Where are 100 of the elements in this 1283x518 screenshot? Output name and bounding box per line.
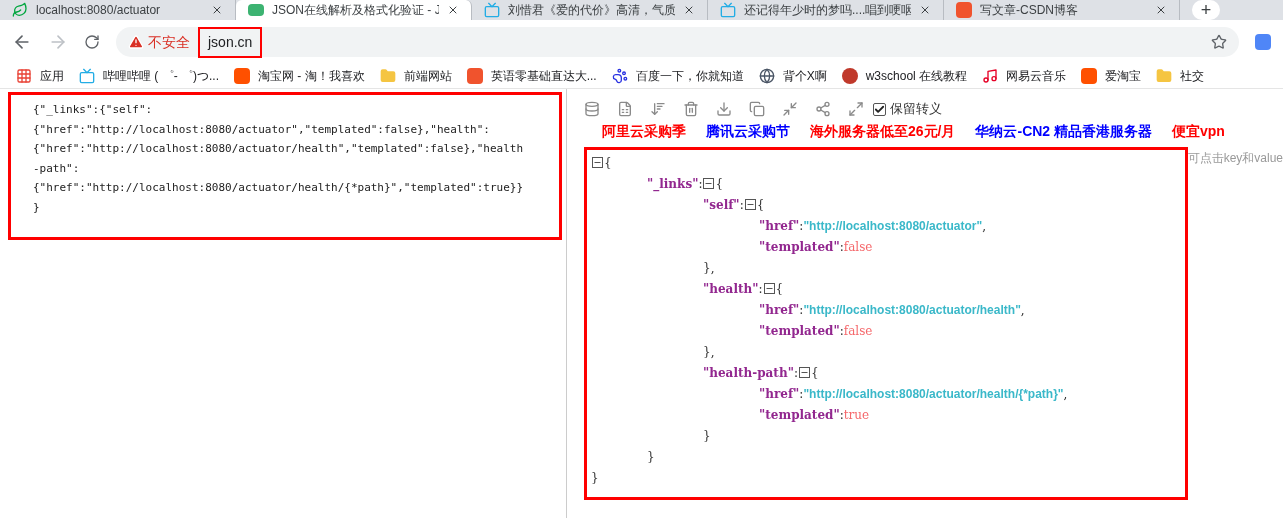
bookmark-item[interactable]: 背个X啊 (758, 67, 827, 85)
colon: : (839, 406, 844, 424)
ad-link[interactable]: 华纳云-CN2 精品香港服务器 (975, 120, 1153, 142)
bookmark-item[interactable]: 应用 (16, 67, 64, 85)
comma: , (1020, 301, 1025, 319)
checkbox[interactable] (873, 102, 886, 116)
square-logo-icon (466, 68, 483, 84)
bookmark-item[interactable]: 爱淘宝 (1081, 67, 1142, 85)
browser-tab[interactable]: JSON在线解析及格式化验证 - J (236, 0, 472, 20)
brace: }, (703, 259, 715, 277)
ad-link[interactable]: 海外服务器低至26元/月 (810, 120, 956, 142)
bookmark-item[interactable]: 英语零基础直达大... (466, 67, 597, 85)
brace: } (591, 469, 599, 487)
bookmark-label: 社交 (1180, 68, 1205, 85)
comma: , (982, 217, 986, 235)
escape-checkbox[interactable]: 保留转义 (873, 99, 942, 119)
close-icon[interactable] (447, 4, 459, 16)
spreadsheet-icon[interactable] (617, 101, 633, 117)
globe-icon (758, 68, 775, 84)
bookmark-item[interactable]: 百度一下，你就知道 (611, 67, 744, 85)
json-text-line: } (33, 199, 41, 216)
bookmark-item[interactable]: 网易云音乐 (982, 67, 1067, 85)
compress-icon[interactable] (782, 101, 798, 117)
json-key[interactable]: "templated" (759, 321, 840, 340)
bookmark-item[interactable]: w3school 在线教程 (841, 67, 968, 85)
share-icon[interactable] (815, 101, 831, 117)
close-icon[interactable] (919, 4, 931, 16)
trash-icon[interactable] (683, 101, 699, 117)
bookmark-label: 英语零基础直达大... (490, 68, 597, 85)
json-key[interactable]: "templated" (759, 405, 840, 424)
raw-json-input[interactable] (8, 92, 562, 240)
collapse-icon[interactable] (592, 157, 603, 168)
json-key[interactable]: "health-path" (703, 363, 794, 382)
colon: : (799, 385, 804, 403)
bookmark-label: 网易云音乐 (1006, 68, 1067, 85)
close-icon[interactable] (1155, 4, 1167, 16)
colon: : (739, 196, 744, 214)
paw-icon (611, 68, 628, 84)
expand-icon[interactable] (848, 101, 864, 117)
sort-icon[interactable] (650, 101, 666, 117)
music-icon (982, 68, 999, 84)
bookmark-item[interactable]: 淘宝网 - 淘！我喜欢 (234, 67, 365, 85)
json-text-line: {"href":"http://localhost:8080/actuator","templated":false},"health": (33, 121, 491, 138)
collapse-icon[interactable] (763, 283, 775, 294)
json-text-line: {"href":"http://localhost:8080/actuator/health/{*path}","templated":true}} (33, 180, 525, 196)
ad-link[interactable]: 腾讯云采购节 (706, 120, 790, 142)
new-tab-button[interactable]: + (1192, 0, 1220, 20)
copy-icon[interactable] (749, 101, 765, 117)
ad-link[interactable]: 便宜vpn (1172, 120, 1225, 142)
brace: } (703, 427, 711, 445)
colon: : (758, 280, 763, 298)
bookmark-label: 前端网站 (403, 68, 452, 85)
colon: : (839, 238, 844, 256)
ad-link[interactable]: 阿里云采购季 (602, 120, 686, 142)
collapse-icon[interactable] (744, 199, 756, 210)
download-icon[interactable] (716, 101, 732, 117)
json-text-line: -path": (33, 160, 81, 177)
bookmark-item[interactable]: 哔哩哔哩 ( ゜- ゜)つ... (79, 67, 219, 85)
bookmark-label: 淘宝网 - 淘！我喜欢 (258, 68, 365, 85)
close-icon[interactable] (211, 4, 223, 16)
bookmark-star-icon[interactable] (1211, 34, 1227, 50)
brace: { (756, 196, 765, 214)
bookmark-label: 爱淘宝 (1105, 68, 1142, 85)
json-key[interactable]: "href" (759, 384, 800, 403)
square-logo-icon (841, 68, 858, 84)
reload-icon[interactable] (84, 34, 100, 50)
json-text-line: {"_links":{"self": (33, 102, 154, 118)
collapse-icon[interactable] (798, 367, 810, 378)
tab-title: localhost:8080/actuator (36, 2, 162, 19)
brace: { (775, 280, 784, 298)
tab-title: 写文章-CSDN博客 (980, 2, 1079, 19)
address-bar[interactable]: 不安全 json.cn (116, 27, 1239, 57)
folder-icon (1156, 68, 1173, 84)
json-key[interactable]: "templated" (759, 237, 840, 256)
bookmark-item[interactable]: 前端网站 (379, 67, 452, 85)
json-key[interactable]: "href" (759, 300, 800, 319)
json-key[interactable]: "health" (703, 279, 759, 298)
colon: : (793, 364, 798, 382)
database-icon[interactable] (584, 101, 600, 117)
brace: } (647, 448, 655, 466)
colon: : (799, 301, 804, 319)
brace: }, (703, 343, 715, 361)
bookmark-label: 应用 (40, 68, 64, 85)
close-icon[interactable] (683, 4, 695, 16)
json-key[interactable]: "_links" (647, 174, 699, 193)
bookmark-label: w3school 在线教程 (865, 68, 968, 85)
brace: { (604, 154, 612, 172)
bookmark-label: 百度一下，你就知道 (635, 68, 744, 85)
tv-icon (484, 2, 500, 18)
bookmark-item[interactable]: 社交 (1156, 67, 1205, 85)
hint-text: 可点击key和value (1187, 150, 1283, 167)
tab-title: 刘惜君《爱的代价》高清，气质 (508, 2, 675, 19)
brace: { (810, 364, 819, 382)
json-logo-icon (248, 4, 264, 16)
json-key[interactable]: "href" (759, 216, 800, 235)
tv-icon (79, 68, 95, 84)
bookmark-label: 哔哩哔哩 ( ゜- ゜)つ... (103, 68, 219, 85)
square-logo-icon (234, 68, 250, 84)
collapse-icon[interactable] (703, 178, 715, 189)
json-key[interactable]: "self" (703, 195, 740, 214)
